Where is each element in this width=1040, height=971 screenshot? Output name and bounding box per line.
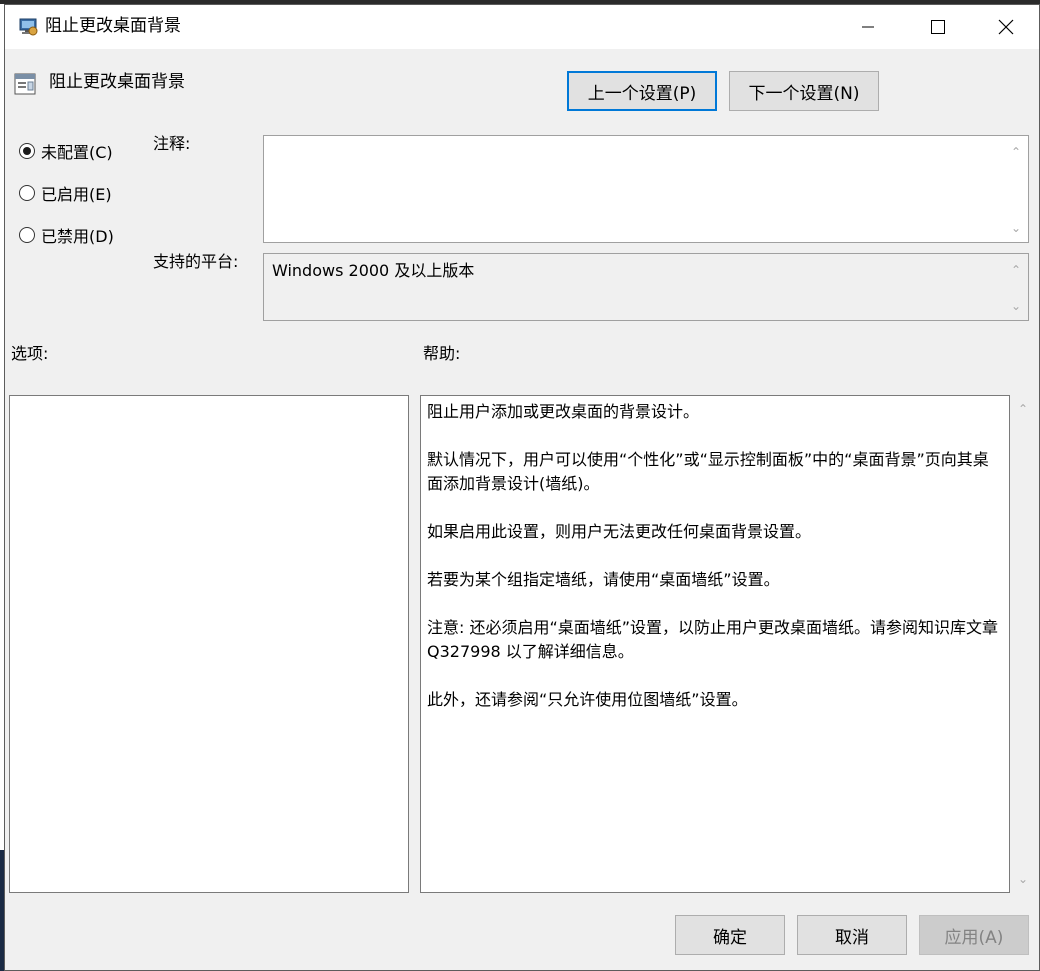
next-setting-button[interactable]: 下一个设置(N) <box>729 71 879 111</box>
help-paragraph: 此外，还请参阅“只允许使用位图墙纸”设置。 <box>427 690 748 709</box>
window-title: 阻止更改桌面背景 <box>45 16 181 36</box>
minimize-icon <box>862 26 874 28</box>
help-paragraph: 阻止用户添加或更改桌面的背景设计。 <box>427 402 700 421</box>
radio-not-configured-label: 未配置(C) <box>41 143 113 162</box>
radio-not-configured[interactable]: 未配置(C) <box>19 139 113 163</box>
supported-platform-field: Windows 2000 及以上版本 ⌃ ⌄ <box>263 253 1029 321</box>
group-policy-icon <box>17 15 39 37</box>
scroll-down-icon[interactable]: ⌄ <box>1008 220 1024 236</box>
scroll-up-icon[interactable]: ⌃ <box>1008 262 1024 278</box>
help-panel[interactable]: 阻止用户添加或更改桌面的背景设计。 默认情况下，用户可以使用“个性化”或“显示控… <box>420 395 1010 893</box>
minimize-button[interactable] <box>833 5 903 49</box>
comment-label: 注释: <box>153 134 191 153</box>
radio-enabled[interactable]: 已启用(E) <box>19 181 112 205</box>
previous-setting-button[interactable]: 上一个设置(P) <box>567 71 717 111</box>
title-bar[interactable]: 阻止更改桌面背景 <box>5 5 1039 49</box>
comment-textarea[interactable]: ⌃ ⌄ <box>263 135 1029 243</box>
maximize-icon <box>931 20 945 34</box>
help-paragraph: 默认情况下，用户可以使用“个性化”或“显示控制面板”中的“桌面背景”页向其桌面添… <box>427 450 989 493</box>
supported-platform-value: Windows 2000 及以上版本 <box>272 261 475 280</box>
scroll-down-icon[interactable]: ⌄ <box>1015 871 1031 887</box>
close-button[interactable] <box>971 5 1040 49</box>
supported-platform-label: 支持的平台: <box>153 252 239 271</box>
help-paragraph: 如果启用此设置，则用户无法更改任何桌面背景设置。 <box>427 522 812 541</box>
options-label: 选项: <box>11 344 49 363</box>
radio-disabled-label: 已禁用(D) <box>41 227 114 246</box>
ok-button[interactable]: 确定 <box>675 915 785 955</box>
help-paragraph: 注意: 还必须启用“桌面墙纸”设置，以防止用户更改桌面墙纸。请参阅知识库文章 Q… <box>427 618 999 661</box>
policy-title: 阻止更改桌面背景 <box>49 72 185 92</box>
help-paragraph: 若要为某个组指定墙纸，请使用“桌面墙纸”设置。 <box>427 570 780 589</box>
close-icon <box>998 19 1014 35</box>
policy-dialog: 阻止更改桌面背景 阻止更改桌面背景 上一个设置(P) 下一个设置(N) 未配置(… <box>4 4 1040 971</box>
scroll-down-icon[interactable]: ⌄ <box>1008 298 1024 314</box>
cancel-button[interactable]: 取消 <box>797 915 907 955</box>
radio-unchecked-icon[interactable] <box>19 185 35 201</box>
radio-disabled[interactable]: 已禁用(D) <box>19 223 114 247</box>
policy-setting-icon <box>13 71 37 97</box>
radio-enabled-label: 已启用(E) <box>41 185 112 204</box>
apply-button[interactable]: 应用(A) <box>919 915 1029 955</box>
radio-checked-icon[interactable] <box>19 143 35 159</box>
options-panel <box>9 395 409 893</box>
help-text: 阻止用户添加或更改桌面的背景设计。 默认情况下，用户可以使用“个性化”或“显示控… <box>427 400 1003 736</box>
scroll-up-icon[interactable]: ⌃ <box>1008 144 1024 160</box>
scroll-up-icon[interactable]: ⌃ <box>1015 401 1031 417</box>
maximize-button[interactable] <box>903 5 973 49</box>
help-label: 帮助: <box>423 344 461 363</box>
radio-unchecked-icon[interactable] <box>19 227 35 243</box>
